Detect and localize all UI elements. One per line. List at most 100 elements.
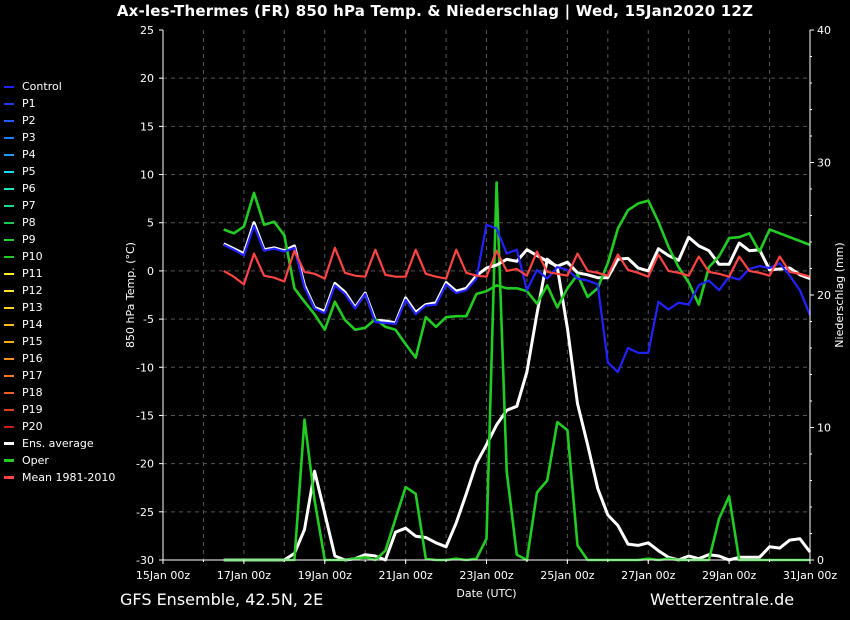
right-tick-label: 30: [817, 157, 831, 170]
legend-label: Mean 1981-2010: [22, 471, 116, 484]
legend-label: P3: [22, 131, 36, 144]
legend-item: P7: [4, 197, 115, 214]
legend-swatch: [4, 255, 14, 258]
chart-svg: 25 20 15 10 5 0 -5 -10 -15 -20 -25 -30 40 30 20 10 0 15Ja…: [124, 24, 846, 600]
left-tick-label: 5: [147, 217, 154, 230]
legend-swatch: [4, 340, 14, 343]
legend-swatch: [4, 357, 14, 360]
legend-swatch: [4, 204, 14, 207]
legend-label: P11: [22, 267, 43, 280]
legend-item: P5: [4, 163, 115, 180]
legend-swatch: [4, 136, 14, 139]
legend-swatch: [4, 306, 14, 309]
right-tick-label: 10: [817, 422, 831, 435]
left-tick-label: -30: [136, 554, 154, 567]
legend-label: P5: [22, 165, 36, 178]
left-tick-label: 20: [140, 72, 154, 85]
left-tick-label: -15: [136, 409, 154, 422]
left-tick-label: -10: [136, 361, 154, 374]
legend-swatch: [4, 476, 14, 479]
legend-item: P6: [4, 180, 115, 197]
legend-label: P10: [22, 250, 43, 263]
legend-item: P12: [4, 282, 115, 299]
legend-label: Control: [22, 80, 62, 93]
legend-item: P4: [4, 146, 115, 163]
legend-swatch: [4, 85, 14, 88]
legend-label: P12: [22, 284, 43, 297]
legend-item: P2: [4, 112, 115, 129]
legend-swatch: [4, 102, 14, 105]
legend: Control P1 P2 P3 P4 P5 P6 P7 P8 P9 P10 P11 P12 P13 P14…: [4, 78, 115, 486]
x-tick-label: 31Jan 00z: [783, 569, 837, 582]
x-tick-label: 21Jan 00z: [379, 569, 433, 582]
y-axis-label-right: Niederschlag (mm): [833, 242, 846, 347]
legend-label: P19: [22, 403, 43, 416]
right-tick-label: 0: [817, 554, 824, 567]
legend-swatch: [4, 442, 14, 445]
right-tick-label: 20: [817, 289, 831, 302]
legend-item: P13: [4, 299, 115, 316]
legend-item: P17: [4, 367, 115, 384]
legend-swatch: [4, 323, 14, 326]
x-tick-label: 15Jan 00z: [136, 569, 190, 582]
legend-item: P16: [4, 350, 115, 367]
x-tick-label: 17Jan 00z: [217, 569, 271, 582]
legend-label: P6: [22, 182, 36, 195]
legend-swatch: [4, 187, 14, 190]
legend-swatch: [4, 119, 14, 122]
legend-label: P13: [22, 301, 43, 314]
legend-item: P20: [4, 418, 115, 435]
legend-item: Ens. average: [4, 435, 115, 452]
x-tick-label: 27Jan 00z: [621, 569, 675, 582]
left-tick-label: 15: [140, 120, 154, 133]
legend-label: P15: [22, 335, 43, 348]
x-tick-label: 23Jan 00z: [459, 569, 513, 582]
legend-item: P3: [4, 129, 115, 146]
legend-item: P15: [4, 333, 115, 350]
left-tick-label: -5: [143, 313, 154, 326]
legend-item: P19: [4, 401, 115, 418]
x-tick-label: 19Jan 00z: [298, 569, 352, 582]
legend-label: P4: [22, 148, 36, 161]
legend-swatch: [4, 374, 14, 377]
source-caption: Wetterzentrale.de: [650, 590, 795, 609]
legend-item: P10: [4, 248, 115, 265]
left-tick-label: 25: [140, 24, 154, 37]
legend-swatch: [4, 391, 14, 394]
legend-item: Control: [4, 78, 115, 95]
legend-label: Oper: [22, 454, 49, 467]
legend-swatch: [4, 153, 14, 156]
x-tick-label: 29Jan 00z: [702, 569, 756, 582]
legend-item: P8: [4, 214, 115, 231]
legend-label: P20: [22, 420, 43, 433]
legend-label: P1: [22, 97, 36, 110]
x-tick-label: 25Jan 00z: [540, 569, 594, 582]
legend-item: P1: [4, 95, 115, 112]
legend-swatch: [4, 170, 14, 173]
legend-item: P18: [4, 384, 115, 401]
legend-label: Ens. average: [22, 437, 94, 450]
legend-label: P14: [22, 318, 43, 331]
left-tick-label: 10: [140, 169, 154, 182]
left-tick-label: 0: [147, 265, 154, 278]
x-axis-label: Date (UTC): [456, 587, 516, 600]
legend-label: P17: [22, 369, 43, 382]
legend-label: P7: [22, 199, 36, 212]
legend-item: Mean 1981-2010: [4, 469, 115, 486]
legend-swatch: [4, 289, 14, 292]
legend-swatch: [4, 459, 14, 462]
legend-label: P8: [22, 216, 36, 229]
legend-label: P2: [22, 114, 36, 127]
legend-label: P16: [22, 352, 43, 365]
left-tick-label: -25: [136, 506, 154, 519]
right-tick-label: 40: [817, 24, 831, 37]
legend-label: P9: [22, 233, 36, 246]
legend-swatch: [4, 425, 14, 428]
legend-item: P11: [4, 265, 115, 282]
legend-item: P9: [4, 231, 115, 248]
model-caption: GFS Ensemble, 42.5N, 2E: [120, 590, 324, 609]
legend-item: P14: [4, 316, 115, 333]
legend-item: Oper: [4, 452, 115, 469]
legend-swatch: [4, 238, 14, 241]
legend-swatch: [4, 221, 14, 224]
